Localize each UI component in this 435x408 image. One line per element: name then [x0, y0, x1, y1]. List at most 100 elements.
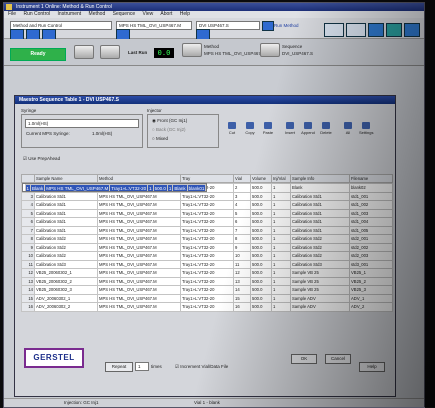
table-row[interactable]: 3 Calibration Std1 MPS HS TML_OVI_USP467.M… — [21, 191, 393, 201]
method-status-icon[interactable] — [182, 43, 202, 57]
cell-tray[interactable]: Tray1»L:VT32-20 — [180, 191, 234, 201]
cell-sample-name[interactable]: Calibration Std1 — [34, 191, 98, 201]
cell-volume[interactable]: 500.0 — [250, 285, 272, 295]
row-index[interactable]: 14 — [21, 285, 35, 295]
table-row[interactable]: 4 Calibration Std1 MPS HS TML_OVI_USP467.M… — [21, 200, 393, 210]
cell-method[interactable]: MPS HS TML_OVI_USP467.M — [97, 259, 181, 269]
cell-vial[interactable]: 10 — [233, 251, 251, 261]
col-method[interactable]: Method — [97, 174, 181, 183]
cell-filename[interactable]: std2_003 — [349, 251, 393, 261]
row-index[interactable]: 10 — [21, 251, 35, 261]
cell-sample-name[interactable]: VB25_20060302_1 — [34, 268, 98, 278]
cell-tray[interactable]: Tray1»L:VT32-20 — [180, 285, 234, 295]
col-vial[interactable]: Vial — [233, 174, 251, 183]
menu-file[interactable]: File — [8, 11, 16, 17]
cell-sample-name[interactable]: Blank — [30, 184, 46, 191]
cell-sample-name[interactable]: Calibration Std1 — [34, 200, 98, 210]
menu-view[interactable]: View — [143, 11, 154, 17]
cell-tray[interactable]: Tray1»L:VT32-20 — [180, 293, 234, 303]
cell-volume[interactable]: 500.0 — [250, 293, 272, 303]
cell-inj-vial[interactable]: 1 — [271, 242, 291, 252]
cell-sample-info[interactable]: Calibration Std2 — [290, 242, 350, 252]
increment-checkbox[interactable]: ☑ Increment Vial/Data File — [175, 364, 228, 370]
col-sample-name[interactable]: Sample Name — [34, 174, 98, 183]
cell-volume[interactable]: 500.0 — [250, 268, 272, 278]
injector-mixed-radio[interactable]: ○ Mixed — [152, 136, 168, 141]
repeat-count-input[interactable]: 1 — [135, 362, 149, 371]
table-row[interactable]: 10 Calibration Std2 MPS HS TML_OVI_USP467.… — [21, 251, 393, 261]
ok-button[interactable]: OK — [291, 354, 317, 364]
cell-filename[interactable]: std1_005 — [349, 225, 393, 235]
tool-icon-5[interactable] — [404, 23, 420, 37]
cell-sample-info[interactable]: Sample VB 25 — [290, 268, 350, 278]
cell-filename[interactable]: std1_003 — [349, 208, 393, 218]
cell-inj-vial[interactable]: 1 — [271, 183, 291, 193]
cell-vial[interactable]: 11 — [233, 259, 251, 269]
cell-inj-vial[interactable]: 1 — [271, 302, 291, 312]
cell-vial[interactable]: 12 — [233, 268, 251, 278]
cell-filename[interactable]: ADV_1 — [349, 293, 393, 303]
cell-inj-vial[interactable]: 1 — [271, 251, 291, 261]
injector-front-radio[interactable]: ◉ Front (GC Inj1) — [152, 118, 187, 124]
cell-volume[interactable]: 500.0 — [250, 234, 272, 244]
cell-volume[interactable]: 500.0 — [250, 208, 272, 218]
table-row[interactable]: 7 Calibration Std1 MPS HS TML_OVI_USP467.M… — [21, 225, 393, 235]
syringe-select[interactable]: 1.0ml(HS) — [25, 119, 139, 128]
cell-tray[interactable]: Tray1»L:VT32-20 — [180, 251, 234, 261]
copy-button[interactable]: Copy — [243, 122, 257, 138]
cell-filename[interactable]: std2_001 — [349, 234, 393, 244]
cell-filename[interactable]: ADV_2 — [349, 302, 393, 312]
cell-tray[interactable]: Tray1»L:VT32-20 — [180, 302, 234, 312]
cell-inj-vial[interactable]: 1 — [271, 268, 291, 278]
table-row[interactable]: 8 Calibration Std2 MPS HS TML_OVI_USP467.M… — [21, 234, 393, 244]
cell-filename[interactable]: std1_002 — [349, 200, 393, 210]
cell-vial[interactable]: 8 — [233, 234, 251, 244]
autosampler-icon[interactable] — [100, 45, 120, 59]
cell-filename[interactable]: VB25_3 — [349, 285, 393, 295]
cell-tray[interactable]: Tray1»L:VT32-20 — [180, 225, 234, 235]
cell-sample-info[interactable]: Calibration Std1 — [290, 208, 350, 218]
cell-inj-vial[interactable]: 1 — [271, 293, 291, 303]
row-index[interactable]: 4 — [21, 200, 35, 210]
table-row[interactable]: 15 ADV_20060302_1 MPS HS TML_OVI_USP467.M T… — [21, 293, 393, 303]
cell-sample-name[interactable]: Calibration Std1 — [34, 225, 98, 235]
cell-vial[interactable]: 4 — [233, 200, 251, 210]
cell-vial[interactable]: 14 — [233, 285, 251, 295]
cell-tray[interactable]: Tray1»L:VT32-20 — [180, 242, 234, 252]
cell-filename[interactable]: std3_001 — [349, 259, 393, 269]
cell-method[interactable]: MPS HS TML_OVI_USP467.M — [97, 225, 181, 235]
cancel-button[interactable]: Cancel — [325, 354, 351, 364]
help-button[interactable]: Help — [359, 362, 385, 372]
row-index[interactable]: 7 — [21, 225, 35, 235]
cell-sample-name[interactable]: VB25_20060302_3 — [34, 285, 98, 295]
cell-tray[interactable]: Tray1»L:VT32-20 — [180, 268, 234, 278]
run-method-icon[interactable] — [262, 21, 274, 31]
cell-sample-info[interactable]: Blank — [172, 184, 188, 191]
row-index[interactable]: 13 — [21, 276, 35, 286]
row-index[interactable]: 6 — [21, 217, 35, 227]
cell-inj-vial[interactable]: 1 — [271, 225, 291, 235]
table-row[interactable]: 12 VB25_20060302_1 MPS HS TML_OVI_USP467.M… — [21, 268, 393, 278]
cell-inj-vial[interactable]: 1 — [271, 217, 291, 227]
cell-vial[interactable]: 16 — [233, 302, 251, 312]
append-button[interactable]: Append — [301, 122, 315, 138]
cell-inj-vial[interactable]: 1 — [271, 276, 291, 286]
prepahead-checkbox[interactable]: ☑ Use PrepAhead — [23, 156, 60, 162]
cell-volume[interactable]: 500.0 — [250, 225, 272, 235]
cell-vial[interactable]: 7 — [233, 225, 251, 235]
cell-tray[interactable]: Tray1»L:VT32-20 — [180, 234, 234, 244]
row-index[interactable]: 5 — [21, 208, 35, 218]
table-row[interactable]: 13 VB25_20060302_2 MPS HS TML_OVI_USP467.M… — [21, 276, 393, 286]
cell-method[interactable]: MPS HS TML_OVI_USP467.M — [97, 302, 181, 312]
cell-inj-vial[interactable]: 1 — [271, 259, 291, 269]
select-all-button[interactable]: All — [341, 122, 355, 138]
cell-filename[interactable]: blank02 — [349, 183, 393, 193]
cut-button[interactable]: Cut — [225, 122, 239, 138]
col-tray[interactable]: Tray — [180, 174, 234, 183]
cell-method[interactable]: MPS HS TML_OVI_USP467.M — [97, 285, 181, 295]
cell-vial[interactable]: 15 — [233, 293, 251, 303]
cell-filename[interactable]: blank01 — [186, 184, 207, 191]
cell-vial[interactable]: 13 — [233, 276, 251, 286]
cell-sample-name[interactable]: Calibration Std2 — [34, 242, 98, 252]
col-sample-info[interactable]: Sample Info — [290, 174, 350, 183]
